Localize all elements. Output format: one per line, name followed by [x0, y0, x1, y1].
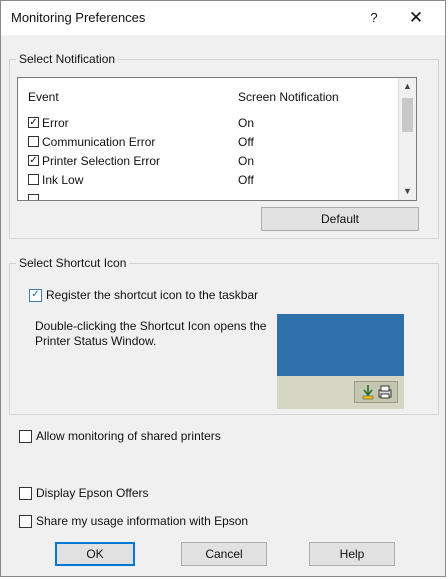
monitoring-preferences-dialog: Monitoring Preferences ? ✕ Select Notifi…	[0, 0, 446, 577]
event-checkbox[interactable]	[28, 194, 39, 200]
desktop-preview	[277, 314, 404, 376]
screen-notification-value: Off	[238, 173, 254, 187]
allow-shared-checkbox[interactable]	[19, 430, 32, 443]
ok-button[interactable]: OK	[55, 542, 135, 566]
window-title: Monitoring Preferences	[11, 10, 146, 25]
list-item[interactable]: Communication Error Off	[18, 133, 398, 151]
epson-offers-checkbox[interactable]	[19, 487, 32, 500]
event-label: Error	[42, 116, 69, 130]
scroll-thumb[interactable]	[402, 98, 413, 132]
event-label: Printer Selection Error	[42, 154, 161, 168]
title-bar: Monitoring Preferences ? ✕	[1, 1, 445, 35]
event-label: Ink Low	[42, 173, 84, 187]
share-usage-checkbox[interactable]	[19, 515, 32, 528]
allow-shared-label: Allow monitoring of shared printers	[36, 429, 221, 443]
event-label: Communication Error	[42, 135, 156, 149]
event-checkbox[interactable]: ✓	[28, 117, 39, 128]
default-button[interactable]: Default	[261, 207, 419, 231]
list-header: Event Screen Notification	[18, 90, 416, 106]
share-usage-label: Share my usage information with Epson	[36, 514, 249, 528]
shortcut-description: Double-clicking the Shortcut Icon opens …	[35, 319, 267, 348]
printer-icon	[378, 385, 392, 399]
printer-status-icon	[362, 385, 374, 400]
register-shortcut-checkbox[interactable]: ✓	[29, 289, 42, 302]
notification-event-list[interactable]: Event Screen Notification ✓ Error On Com…	[17, 77, 417, 201]
register-shortcut-label: Register the shortcut icon to the taskba…	[46, 288, 259, 302]
taskbar-preview	[277, 376, 404, 409]
shortcut-preview-image	[277, 314, 404, 409]
list-item-partial[interactable]	[18, 191, 398, 200]
event-checkbox[interactable]	[28, 136, 39, 147]
select-notification-label: Select Notification	[16, 52, 119, 66]
cancel-button[interactable]: Cancel	[181, 542, 267, 566]
select-shortcut-icon-label: Select Shortcut Icon	[16, 256, 130, 270]
scroll-up-arrow-icon[interactable]: ▲	[399, 78, 416, 95]
screen-notification-value: On	[238, 154, 255, 168]
column-header-event: Event	[28, 90, 59, 104]
screen-notification-value: On	[238, 116, 255, 130]
column-header-screen-notification: Screen Notification	[238, 90, 339, 104]
close-icon[interactable]: ✕	[403, 5, 429, 31]
event-checkbox[interactable]	[28, 174, 39, 185]
event-checkbox[interactable]: ✓	[28, 155, 39, 166]
help-question-icon[interactable]: ?	[363, 7, 385, 29]
list-item[interactable]: ✓ Error On	[18, 114, 398, 132]
scroll-down-arrow-icon[interactable]: ▼	[399, 183, 416, 200]
list-item[interactable]: Ink Low Off	[18, 171, 398, 189]
help-button[interactable]: Help	[309, 542, 395, 566]
epson-offers-label: Display Epson Offers	[36, 486, 149, 500]
screen-notification-value: Off	[238, 135, 254, 149]
system-tray	[354, 381, 398, 403]
list-item[interactable]: ✓ Printer Selection Error On	[18, 152, 398, 170]
list-scrollbar[interactable]: ▲ ▼	[398, 78, 416, 200]
